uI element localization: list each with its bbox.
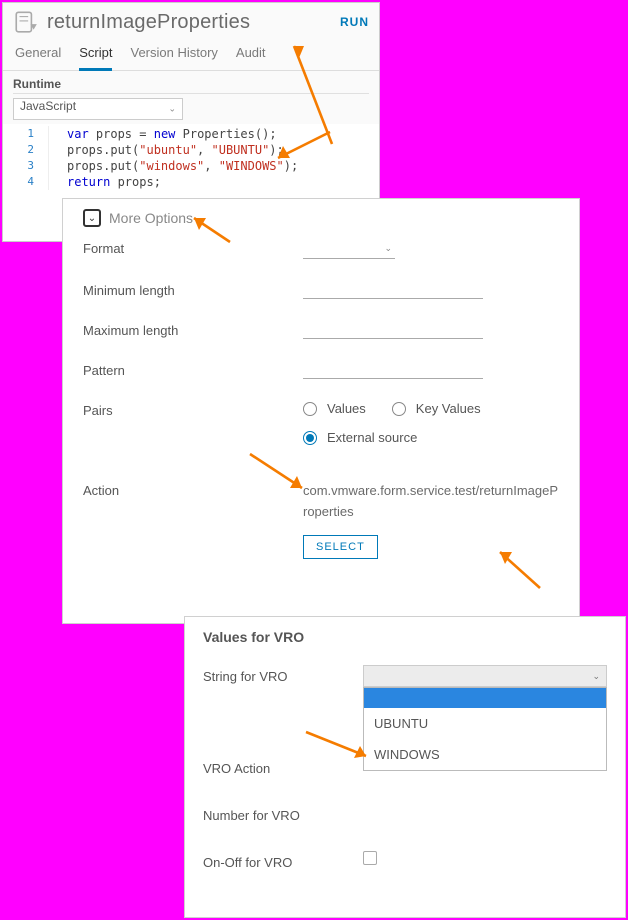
tab-general[interactable]: General (15, 45, 61, 70)
max-length-label: Maximum length (83, 321, 303, 338)
runtime-label: Runtime (13, 77, 369, 94)
chevron-down-icon[interactable]: ⌄ (83, 209, 101, 227)
vro-values-panel: Values for VRO String for VRO ⌄ UBUNTU W… (184, 616, 626, 918)
tab-version-history[interactable]: Version History (130, 45, 217, 70)
more-options-label: More Options (109, 210, 193, 226)
line-number: 1 (3, 126, 49, 142)
code-text: return props; (49, 174, 161, 190)
code-text: props.put("ubuntu", "UBUNTU"); (49, 142, 284, 158)
pairs-values-radio[interactable] (303, 402, 317, 416)
pairs-keyvalues-radio[interactable] (392, 402, 406, 416)
code-text: props.put("windows", "WINDOWS"); (49, 158, 298, 174)
script-action-icon (13, 9, 39, 35)
more-options-panel: ⌄ More Options Format ⌄ Minimum length M… (62, 198, 580, 624)
min-length-input[interactable] (303, 281, 483, 299)
chevron-down-icon: ⌄ (168, 104, 176, 115)
format-label: Format (83, 239, 303, 256)
dropdown-item-ubuntu[interactable]: UBUNTU (364, 708, 606, 739)
line-number: 3 (3, 158, 49, 174)
select-button[interactable]: SELECT (303, 535, 378, 559)
vro-string-dropdown-list: UBUNTU WINDOWS (363, 687, 607, 771)
action-title: returnImageProperties (47, 11, 340, 34)
vro-onoff-label: On-Off for VRO (203, 851, 363, 870)
editor-tabs: General Script Version History Audit (3, 37, 379, 71)
max-length-input[interactable] (303, 321, 483, 339)
dropdown-spacer[interactable] (364, 688, 606, 708)
runtime-value: JavaScript (20, 99, 76, 113)
vro-string-label: String for VRO (203, 665, 363, 684)
code-line: 4return props; (3, 174, 379, 190)
pairs-external-radio[interactable] (303, 431, 317, 445)
code-line: 2props.put("ubuntu", "UBUNTU"); (3, 142, 379, 158)
pairs-keyvalues-label: Key Values (416, 401, 481, 416)
line-number: 4 (3, 174, 49, 190)
chevron-down-icon: ⌄ (384, 243, 392, 254)
dropdown-item-windows[interactable]: WINDOWS (364, 739, 606, 770)
run-button[interactable]: RUN (340, 15, 369, 29)
code-line: 3props.put("windows", "WINDOWS"); (3, 158, 379, 174)
code-editor[interactable]: 1var props = new Properties();2props.put… (3, 124, 379, 194)
action-path-text: com.vmware.form.service.test/returnImage… (303, 481, 559, 523)
chevron-down-icon: ⌄ (592, 671, 600, 682)
pairs-values-label: Values (327, 401, 366, 416)
code-line: 1var props = new Properties(); (3, 126, 379, 142)
vro-string-dropdown[interactable]: ⌄ (363, 665, 607, 687)
pattern-label: Pattern (83, 361, 303, 378)
format-select[interactable]: ⌄ (303, 239, 395, 259)
editor-header: returnImageProperties RUN (3, 3, 379, 37)
runtime-section: Runtime JavaScript ⌄ (3, 71, 379, 124)
action-label: Action (83, 481, 303, 498)
pattern-input[interactable] (303, 361, 483, 379)
code-text: var props = new Properties(); (49, 126, 277, 142)
min-length-label: Minimum length (83, 281, 303, 298)
pairs-external-label: External source (327, 430, 417, 445)
vro-number-label: Number for VRO (203, 804, 363, 823)
runtime-select[interactable]: JavaScript ⌄ (13, 98, 183, 120)
vro-title: Values for VRO (203, 629, 607, 645)
line-number: 2 (3, 142, 49, 158)
tab-audit[interactable]: Audit (236, 45, 266, 70)
tab-script[interactable]: Script (79, 45, 112, 71)
vro-action-label: VRO Action (203, 757, 363, 776)
vro-onoff-checkbox[interactable] (363, 851, 377, 865)
more-options-header[interactable]: ⌄ More Options (83, 209, 559, 227)
pairs-label: Pairs (83, 401, 303, 418)
